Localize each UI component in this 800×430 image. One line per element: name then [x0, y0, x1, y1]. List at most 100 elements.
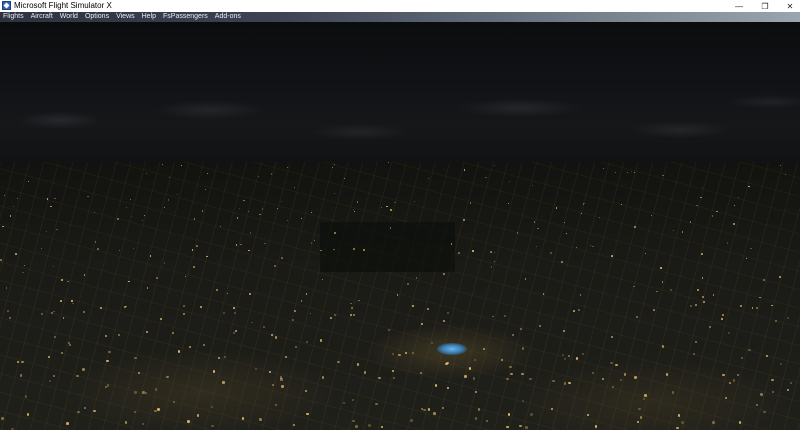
- city-light: [738, 197, 740, 199]
- city-light: [292, 423, 296, 427]
- city-light: [280, 378, 283, 381]
- city-light: [306, 341, 309, 344]
- city-light: [386, 205, 388, 208]
- city-light: [392, 377, 396, 380]
- city-light: [477, 408, 481, 411]
- city-light: [71, 300, 74, 303]
- menu-flights[interactable]: Flights: [3, 12, 24, 22]
- simulator-viewport[interactable]: [0, 22, 800, 430]
- city-light: [353, 248, 355, 250]
- city-light: [181, 164, 183, 166]
- menu-help[interactable]: Help: [142, 12, 156, 22]
- city-light: [738, 421, 742, 424]
- city-light: [564, 382, 567, 385]
- city-light: [333, 248, 335, 251]
- city-light: [584, 202, 586, 204]
- city-light: [187, 420, 190, 423]
- city-light: [676, 426, 679, 430]
- city-light: [40, 247, 43, 250]
- close-button[interactable]: ✕: [777, 0, 800, 12]
- city-light: [565, 232, 568, 235]
- city-light: [61, 279, 64, 282]
- city-light: [582, 352, 585, 356]
- city-light: [310, 242, 313, 244]
- city-light: [343, 178, 345, 180]
- city-light: [521, 347, 525, 350]
- city-light: [254, 367, 258, 370]
- menu-views[interactable]: Views: [116, 12, 135, 22]
- city-light: [552, 380, 555, 383]
- city-light: [68, 344, 71, 347]
- menu-world[interactable]: World: [60, 12, 78, 22]
- city-light: [561, 261, 564, 264]
- city-light: [550, 407, 554, 411]
- city-light: [665, 373, 668, 376]
- city-light: [390, 209, 392, 211]
- city-light: [677, 414, 681, 417]
- city-light: [758, 296, 761, 299]
- menu-addons[interactable]: Add-ons: [215, 12, 241, 22]
- city-light: [620, 203, 623, 206]
- city-light: [160, 318, 163, 321]
- city-light: [363, 371, 366, 374]
- city-light: [163, 207, 165, 209]
- city-light: [24, 395, 28, 398]
- city-light: [711, 215, 714, 217]
- city-light: [117, 218, 119, 220]
- city-light: [779, 165, 781, 167]
- city-light: [154, 388, 157, 391]
- city-light: [634, 226, 636, 228]
- city-light: [243, 200, 245, 202]
- city-light: [380, 207, 383, 209]
- city-light: [729, 381, 732, 384]
- city-light: [639, 416, 643, 419]
- city-light: [321, 278, 324, 281]
- city-light: [619, 378, 622, 381]
- city-light: [572, 309, 575, 312]
- city-light: [500, 358, 503, 362]
- city-light: [4, 195, 6, 197]
- city-light: [748, 186, 750, 188]
- city-light: [521, 372, 524, 376]
- city-light: [184, 275, 187, 278]
- city-light: [83, 406, 87, 409]
- city-light: [196, 245, 198, 247]
- city-light: [780, 363, 783, 366]
- city-light: [130, 199, 132, 201]
- menu-aircraft[interactable]: Aircraft: [31, 12, 53, 22]
- menu-fspassengers[interactable]: FsPassengers: [163, 12, 208, 22]
- menu-options[interactable]: Options: [85, 12, 109, 22]
- city-light: [281, 385, 284, 388]
- city-light: [485, 177, 487, 179]
- city-light: [579, 293, 582, 296]
- city-light: [52, 265, 55, 268]
- city-light: [695, 303, 698, 306]
- city-light: [556, 207, 558, 209]
- minimize-button[interactable]: —: [726, 0, 752, 12]
- city-light: [132, 247, 135, 250]
- city-light: [785, 173, 787, 176]
- menu-bar: Flights Aircraft World Options Views Hel…: [0, 12, 800, 22]
- city-light: [724, 396, 728, 400]
- city-light: [561, 354, 564, 357]
- city-light: [472, 250, 474, 252]
- city-light: [352, 208, 354, 211]
- city-light: [702, 186, 704, 189]
- city-light: [485, 419, 489, 423]
- city-light: [611, 255, 613, 257]
- city-light: [375, 403, 378, 406]
- city-light: [702, 296, 704, 299]
- city-light: [133, 410, 137, 414]
- city-light: [525, 425, 528, 429]
- city-light: [703, 300, 706, 303]
- city-light: [787, 317, 790, 319]
- city-light: [250, 321, 253, 324]
- city-light: [334, 232, 336, 234]
- maximize-button[interactable]: ❐: [752, 0, 778, 12]
- city-light: [474, 358, 477, 362]
- city-light: [696, 288, 699, 291]
- city-light: [474, 417, 478, 420]
- city-light: [532, 185, 534, 187]
- city-light: [521, 399, 524, 403]
- city-light: [615, 363, 618, 367]
